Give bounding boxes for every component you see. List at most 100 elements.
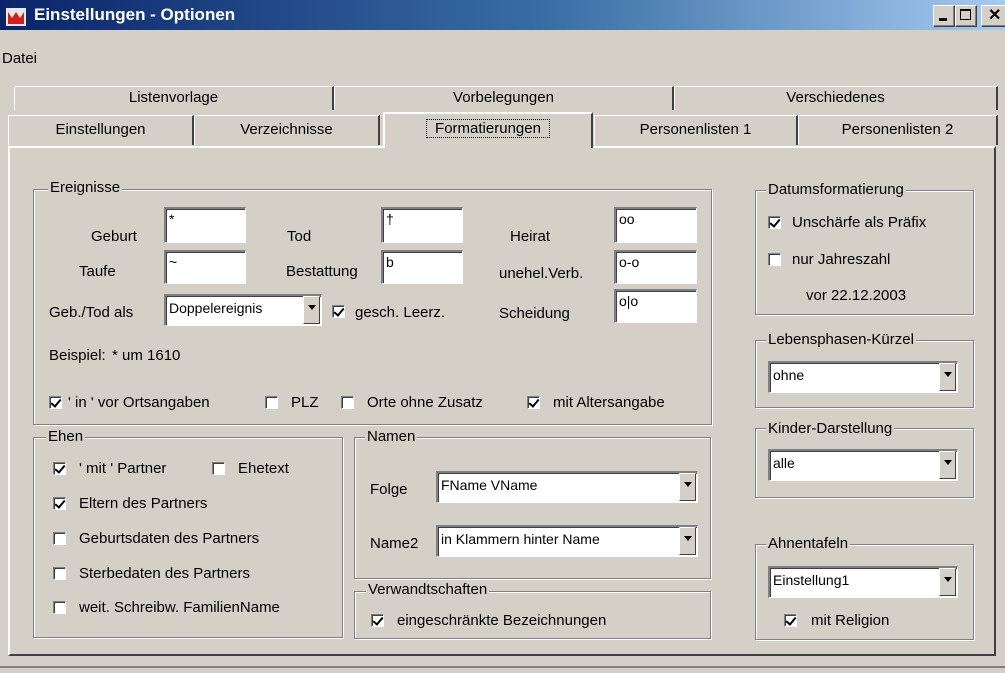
folge-value: FName VName	[436, 471, 698, 503]
maximize-button[interactable]	[955, 5, 977, 27]
dropdown-arrow-icon[interactable]	[939, 363, 956, 391]
ahnentafeln-value: Einstellung1	[768, 566, 958, 598]
tab-verschiedenes[interactable]: Verschiedenes	[674, 86, 998, 110]
tab-listenvorlage[interactable]: Listenvorlage	[14, 86, 334, 110]
tab-label: Personenlisten 1	[639, 121, 752, 138]
tab-label: Einstellungen	[55, 121, 146, 138]
orte-checkbox[interactable]	[341, 396, 354, 409]
schreibw-checkbox[interactable]	[53, 601, 66, 614]
tab-personenlisten-2[interactable]: Personenlisten 2	[798, 115, 998, 145]
tab-formatierungen[interactable]: Formatierungen	[383, 112, 593, 148]
maximize-icon	[960, 9, 971, 20]
ehetext-checkbox[interactable]	[212, 462, 225, 475]
sterbedaten-checkbox[interactable]	[53, 567, 66, 580]
gebtod-label: Geb./Tod als	[49, 304, 134, 321]
dropdown-arrow-icon[interactable]	[939, 451, 956, 479]
tab-personenlisten-1[interactable]: Personenlisten 1	[594, 115, 798, 145]
jahreszahl-label: nur Jahreszahl	[792, 251, 891, 268]
kinder-title: Kinder-Darstellung	[766, 420, 895, 437]
unehel-field[interactable]: o-o	[614, 250, 697, 284]
plz-label: PLZ	[291, 394, 319, 411]
window-title: Einstellungen - Optionen	[34, 5, 236, 24]
alter-label: mit Altersangabe	[553, 394, 665, 411]
tab-label: Formatierungen	[426, 119, 550, 138]
namen-title: Namen	[365, 428, 418, 445]
religion-label: mit Religion	[811, 612, 890, 629]
lebensphasen-title: Lebensphasen-Kürzel	[766, 331, 916, 348]
name2-select[interactable]: in Klammern hinter Name	[436, 525, 698, 557]
beispiel-value: * um 1610	[112, 347, 181, 364]
folge-label: Folge	[370, 481, 408, 498]
verwandtschaften-label: eingeschränkte Bezeichnungen	[397, 612, 607, 629]
geburtsdaten-label: Geburtsdaten des Partners	[79, 530, 260, 547]
bestattung-field[interactable]: b	[381, 250, 463, 284]
mit-partner-checkbox[interactable]	[53, 462, 66, 475]
tab-label: Vorbelegungen	[453, 89, 554, 106]
gebtod-value: Doppelereignis	[164, 294, 322, 326]
taufe-label: Taufe	[79, 263, 116, 280]
namen-group	[354, 437, 711, 579]
tod-field[interactable]: †	[381, 207, 463, 243]
dropdown-arrow-icon[interactable]	[939, 568, 956, 596]
religion-checkbox[interactable]	[784, 614, 797, 627]
minimize-button[interactable]	[933, 5, 955, 27]
eltern-checkbox[interactable]	[53, 497, 66, 510]
mit-partner-label: ' mit ' Partner	[79, 460, 167, 477]
alter-checkbox[interactable]	[527, 396, 540, 409]
verwandtschaften-title: Verwandtschaften	[366, 581, 490, 598]
name2-label: Name2	[370, 535, 419, 552]
ahnentafeln-title: Ahnentafeln	[766, 535, 851, 552]
minimize-icon	[939, 18, 947, 21]
app-icon	[6, 8, 26, 26]
geburt-field[interactable]: *	[164, 207, 246, 243]
tod-label: Tod	[287, 228, 312, 245]
gebtod-select[interactable]: Doppelereignis	[164, 294, 322, 326]
tab-label: Verschiedenes	[786, 89, 885, 106]
beispiel-label: Beispiel:	[49, 347, 106, 364]
eltern-label: Eltern des Partners	[79, 495, 208, 512]
in-ortsangaben-label: ' in ' vor Ortsangaben	[68, 394, 210, 411]
folge-select[interactable]: FName VName	[436, 471, 698, 503]
leerz-checkbox[interactable]	[332, 305, 345, 318]
tab-vorbelegungen[interactable]: Vorbelegungen	[334, 86, 674, 110]
schreibw-label: weit. Schreibw. FamilienName	[79, 599, 280, 616]
ereignisse-title: Ereignisse	[48, 179, 123, 196]
tab-label: Verzeichnisse	[240, 121, 333, 138]
title-bar: Einstellungen - Optionen ✕	[0, 0, 1005, 30]
menu-datei[interactable]: Datei	[2, 50, 37, 67]
ehen-title: Ehen	[46, 428, 86, 445]
taufe-field[interactable]: ~	[164, 250, 246, 284]
date-example: vor 22.12.2003	[806, 287, 907, 304]
tab-einstellungen[interactable]: Einstellungen	[8, 115, 194, 145]
tab-label: Personenlisten 2	[841, 121, 954, 138]
orte-label: Orte ohne Zusatz	[367, 394, 483, 411]
lebensphasen-select[interactable]: ohne	[768, 361, 958, 393]
tab-verzeichnisse[interactable]: Verzeichnisse	[194, 115, 380, 145]
geburtsdaten-checkbox[interactable]	[53, 532, 66, 545]
name2-value: in Klammern hinter Name	[436, 525, 698, 557]
plz-checkbox[interactable]	[265, 396, 278, 409]
sterbedaten-label: Sterbedaten des Partners	[79, 565, 250, 582]
close-button[interactable]: ✕	[981, 5, 1005, 27]
datumsformatierung-title: Datumsformatierung	[766, 181, 906, 198]
praefix-checkbox[interactable]	[768, 216, 781, 229]
kinder-value: alle	[768, 449, 958, 481]
jahreszahl-checkbox[interactable]	[768, 253, 781, 266]
ehetext-label: Ehetext	[238, 460, 289, 477]
dropdown-arrow-icon[interactable]	[679, 527, 696, 555]
ahnentafeln-select[interactable]: Einstellung1	[768, 566, 958, 598]
lebensphasen-value: ohne	[768, 361, 958, 393]
heirat-label: Heirat	[510, 228, 551, 245]
dropdown-arrow-icon[interactable]	[303, 296, 320, 324]
verwandtschaften-checkbox[interactable]	[371, 614, 384, 627]
praefix-label: Unschärfe als Präfix	[792, 214, 927, 231]
kinder-select[interactable]: alle	[768, 449, 958, 481]
heirat-field[interactable]: oo	[614, 207, 697, 243]
scheidung-label: Scheidung	[499, 305, 570, 322]
in-ortsangaben-checkbox[interactable]	[49, 396, 62, 409]
close-icon: ✕	[988, 7, 1002, 24]
dropdown-arrow-icon[interactable]	[679, 473, 696, 501]
scheidung-field[interactable]: o|o	[614, 289, 697, 323]
tab-label: Listenvorlage	[128, 89, 219, 106]
leerz-label: gesch. Leerz.	[355, 304, 446, 321]
